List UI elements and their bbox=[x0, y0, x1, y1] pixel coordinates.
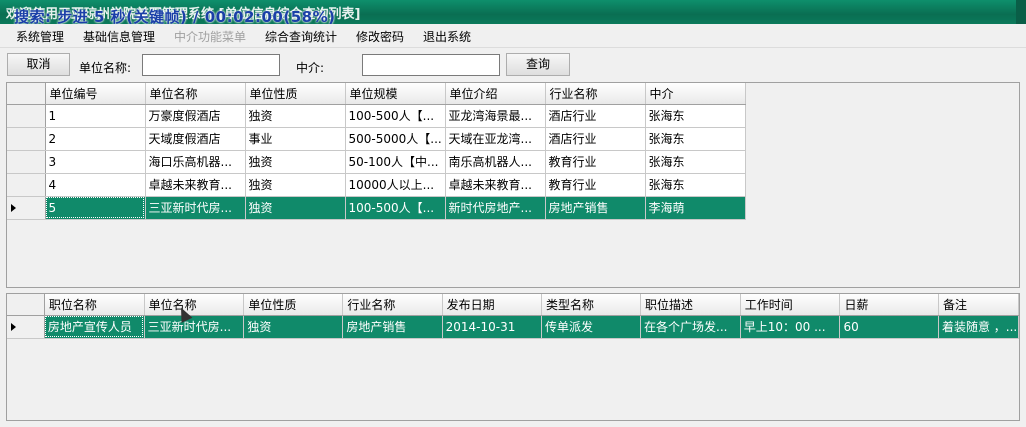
jobs-column-header[interactable]: 职位描述 bbox=[640, 294, 741, 316]
units-cell[interactable]: 500-5000人【... bbox=[345, 127, 446, 151]
menu-exit[interactable]: 退出系统 bbox=[423, 28, 471, 45]
window-controls[interactable] bbox=[1016, 0, 1026, 24]
jobs-cell[interactable]: 在各个广场发... bbox=[640, 315, 741, 339]
units-cell[interactable]: 50-100人【中... bbox=[345, 150, 446, 174]
units-cell[interactable]: 天域度假酒店 bbox=[145, 127, 246, 151]
units-column-header[interactable]: 单位性质 bbox=[245, 83, 346, 105]
jobs-grid[interactable]: 职位名称 单位名称 单位性质 行业名称 发布日期 类型名称 职位描述 工作时间 日薪 备注 房地产… bbox=[6, 293, 1020, 421]
jobs-row-header-corner bbox=[7, 294, 45, 316]
units-cell[interactable]: 独资 bbox=[245, 196, 346, 220]
agent-label: 中介: bbox=[296, 61, 325, 75]
units-cell[interactable]: 张海东 bbox=[645, 150, 746, 174]
jobs-column-header[interactable]: 单位性质 bbox=[243, 294, 344, 316]
units-row-selector[interactable] bbox=[7, 104, 46, 128]
units-column-header[interactable]: 单位介绍 bbox=[445, 83, 546, 105]
jobs-cell[interactable]: 房地产销售 bbox=[342, 315, 443, 339]
units-cell[interactable]: 张海东 bbox=[645, 104, 746, 128]
title-bar: 欢迎使用三亚琼州学院兼职管理系统 [单位信息综合查询列表] 搜索: 步进 5 秒… bbox=[0, 0, 1026, 26]
jobs-column-header[interactable]: 日薪 bbox=[839, 294, 939, 316]
units-cell[interactable]: 事业 bbox=[245, 127, 346, 151]
jobs-table-row[interactable]: 房地产宣传人员 三亚新时代房... 独资 房地产销售 2014-10-31 传单派发 在各个… bbox=[7, 315, 1019, 339]
jobs-cell[interactable]: 2014-10-31 bbox=[442, 315, 543, 339]
units-table-row[interactable]: 3 海口乐高机器... 独资 50-100人【中... 南乐高机器人... 教育行业 张海东 bbox=[7, 150, 746, 174]
units-cell[interactable]: 5 bbox=[45, 196, 146, 220]
jobs-cell[interactable]: 传单派发 bbox=[541, 315, 642, 339]
units-cell[interactable]: 独资 bbox=[245, 104, 346, 128]
menu-basic-info[interactable]: 基础信息管理 bbox=[83, 28, 155, 45]
units-row-selector[interactable] bbox=[7, 150, 46, 174]
jobs-column-header[interactable]: 行业名称 bbox=[342, 294, 443, 316]
units-row-selector[interactable] bbox=[7, 127, 46, 151]
units-row-selector[interactable] bbox=[7, 173, 46, 197]
units-cell[interactable]: 南乐高机器人... bbox=[445, 150, 546, 174]
cancel-button[interactable]: 取消 bbox=[7, 53, 70, 76]
current-row-arrow-icon bbox=[11, 204, 16, 212]
units-cell[interactable]: 李海萌 bbox=[645, 196, 746, 220]
units-cell[interactable]: 天域在亚龙湾... bbox=[445, 127, 546, 151]
units-cell[interactable]: 100-500人【... bbox=[345, 196, 446, 220]
units-column-header[interactable]: 行业名称 bbox=[545, 83, 646, 105]
units-cell[interactable]: 1 bbox=[45, 104, 146, 128]
units-cell[interactable]: 独资 bbox=[245, 173, 346, 197]
units-cell[interactable]: 100-500人【... bbox=[345, 104, 446, 128]
units-cell[interactable]: 2 bbox=[45, 127, 146, 151]
units-row-header-corner bbox=[7, 83, 46, 105]
units-cell[interactable]: 张海东 bbox=[645, 173, 746, 197]
units-table-row[interactable]: 5 三亚新时代房... 独资 100-500人【... 新时代房地产... 房地产销售 李海… bbox=[7, 196, 746, 220]
units-cell[interactable]: 海口乐高机器... bbox=[145, 150, 246, 174]
jobs-row-selector[interactable] bbox=[7, 315, 45, 339]
units-cell[interactable]: 卓越未来教育... bbox=[445, 173, 546, 197]
jobs-cell[interactable]: 独资 bbox=[243, 315, 344, 339]
units-cell[interactable]: 教育行业 bbox=[545, 150, 646, 174]
units-cell[interactable]: 10000人以上... bbox=[345, 173, 446, 197]
units-grid[interactable]: 单位编号 单位名称 单位性质 单位规模 单位介绍 行业名称 中介 1 万豪度假酒店 独资 100-… bbox=[6, 82, 1020, 288]
units-cell[interactable]: 亚龙湾海景最... bbox=[445, 104, 546, 128]
jobs-cell[interactable]: 60 bbox=[839, 315, 939, 339]
units-cell[interactable]: 酒店行业 bbox=[545, 104, 646, 128]
jobs-column-header[interactable]: 工作时间 bbox=[740, 294, 841, 316]
units-cell[interactable]: 酒店行业 bbox=[545, 127, 646, 151]
units-cell[interactable]: 房地产销售 bbox=[545, 196, 646, 220]
jobs-cell[interactable]: 早上10：00 ... bbox=[740, 315, 841, 339]
units-table: 单位编号 单位名称 单位性质 单位规模 单位介绍 行业名称 中介 1 万豪度假酒店 独资 100-… bbox=[7, 83, 746, 220]
units-column-header[interactable]: 单位名称 bbox=[145, 83, 246, 105]
units-cell[interactable]: 3 bbox=[45, 150, 146, 174]
menu-system-management[interactable]: 系统管理 bbox=[16, 28, 64, 45]
jobs-column-header[interactable]: 职位名称 bbox=[44, 294, 145, 316]
units-cell[interactable]: 新时代房地产... bbox=[445, 196, 546, 220]
units-cell[interactable]: 张海东 bbox=[645, 127, 746, 151]
jobs-column-header[interactable]: 类型名称 bbox=[541, 294, 642, 316]
jobs-column-header[interactable]: 发布日期 bbox=[442, 294, 543, 316]
query-button[interactable]: 查询 bbox=[506, 53, 570, 76]
current-row-arrow-icon bbox=[11, 323, 16, 331]
units-cell[interactable]: 万豪度假酒店 bbox=[145, 104, 246, 128]
units-table-row[interactable]: 2 天域度假酒店 事业 500-5000人【... 天域在亚龙湾... 酒店行业 张海东 bbox=[7, 127, 746, 151]
unit-name-input[interactable] bbox=[142, 54, 280, 76]
units-column-header[interactable]: 中介 bbox=[645, 83, 746, 105]
jobs-table: 职位名称 单位名称 单位性质 行业名称 发布日期 类型名称 职位描述 工作时间 日薪 备注 房地产… bbox=[7, 294, 1019, 339]
menu-agent-functions[interactable]: 中介功能菜单 bbox=[174, 28, 246, 45]
unit-name-label: 单位名称: bbox=[79, 61, 132, 75]
jobs-cell[interactable]: 三亚新时代房... bbox=[144, 315, 245, 339]
menu-query-statistics[interactable]: 综合查询统计 bbox=[265, 28, 337, 45]
jobs-cell[interactable]: 房地产宣传人员 bbox=[44, 315, 145, 339]
units-cell[interactable]: 教育行业 bbox=[545, 173, 646, 197]
jobs-cell[interactable]: 着装随意 ，... bbox=[938, 315, 1019, 339]
menu-bar: 系统管理 基础信息管理 中介功能菜单 综合查询统计 修改密码 退出系统 bbox=[0, 24, 1026, 48]
units-row-selector[interactable] bbox=[7, 196, 46, 220]
menu-change-password[interactable]: 修改密码 bbox=[356, 28, 404, 45]
units-cell[interactable]: 独资 bbox=[245, 150, 346, 174]
jobs-column-header[interactable]: 备注 bbox=[938, 294, 1019, 316]
units-table-row[interactable]: 4 卓越未来教育... 独资 10000人以上... 卓越未来教育... 教育行业 张海东 bbox=[7, 173, 746, 197]
search-toolbar: 取消 单位名称: 中介: 查询 bbox=[0, 48, 1026, 82]
units-table-row[interactable]: 1 万豪度假酒店 独资 100-500人【... 亚龙湾海景最... 酒店行业 张海东 bbox=[7, 104, 746, 128]
units-cell[interactable]: 4 bbox=[45, 173, 146, 197]
units-cell[interactable]: 三亚新时代房... bbox=[145, 196, 246, 220]
units-cell[interactable]: 卓越未来教育... bbox=[145, 173, 246, 197]
jobs-column-header[interactable]: 单位名称 bbox=[144, 294, 245, 316]
units-column-header[interactable]: 单位规模 bbox=[345, 83, 446, 105]
agent-input[interactable] bbox=[362, 54, 500, 76]
units-column-header[interactable]: 单位编号 bbox=[45, 83, 146, 105]
